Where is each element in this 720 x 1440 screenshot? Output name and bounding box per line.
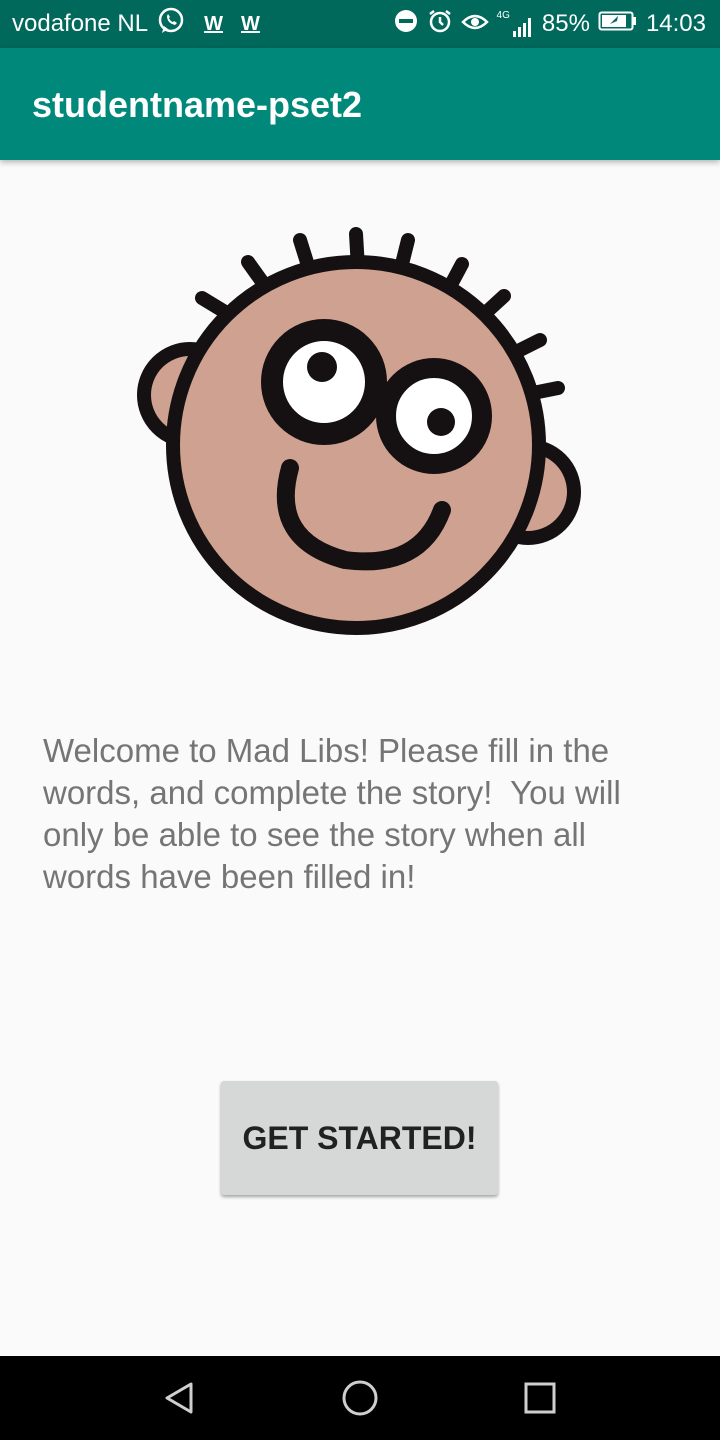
alarm-icon <box>427 8 453 41</box>
whatsapp-icon <box>156 6 186 43</box>
notification-w-icon: W <box>241 12 260 35</box>
dnd-icon <box>393 8 419 41</box>
app-bar: studentname-pset2 <box>0 48 720 160</box>
recents-icon[interactable] <box>492 1356 588 1440</box>
clock: 14:03 <box>645 10 706 37</box>
battery-percent: 85% <box>541 10 590 37</box>
battery-icon <box>598 9 638 40</box>
mad-libs-face-image <box>130 220 590 655</box>
status-bar: vodafone NL W W 4G 85% 14:03 <box>0 0 720 48</box>
eye-icon <box>460 8 489 41</box>
back-icon[interactable] <box>132 1356 228 1440</box>
navigation-bar <box>0 1356 720 1440</box>
app-title: studentname-pset2 <box>32 84 363 125</box>
get-started-button[interactable]: GET STARTED! <box>221 1081 498 1195</box>
carrier-label: vodafone NL <box>12 10 149 37</box>
welcome-text: Welcome to Mad Libs! Please fill in the … <box>43 732 630 895</box>
home-icon[interactable] <box>312 1356 408 1440</box>
notification-w-icon: W <box>204 12 223 35</box>
network-type: 4G <box>496 10 510 21</box>
signal-icon: 4G <box>497 11 534 37</box>
